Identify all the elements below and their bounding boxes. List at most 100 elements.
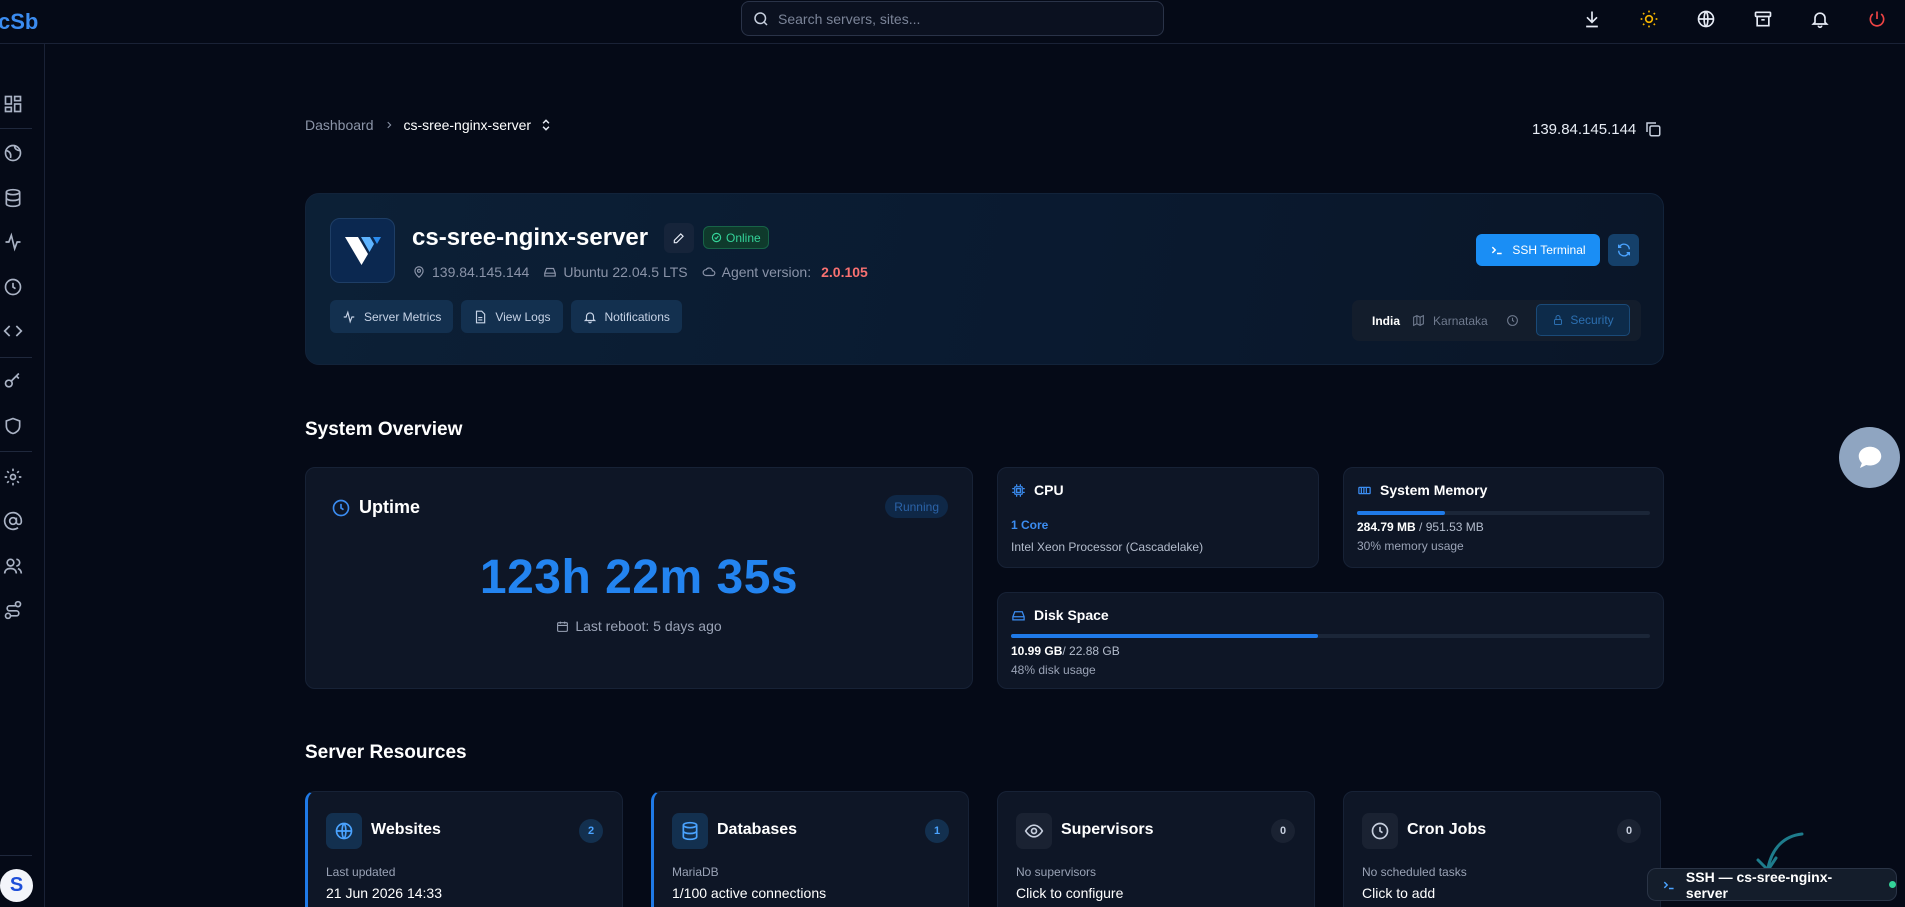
terminal-icon <box>1492 246 1503 255</box>
pencil-icon <box>673 233 684 244</box>
sidebar-item-security[interactable] <box>0 413 26 439</box>
security-button[interactable]: Security <box>1536 304 1630 336</box>
sidebar-item-settings[interactable] <box>0 464 26 490</box>
memory-progress-fill <box>1357 511 1445 515</box>
server-ip: 139.84.145.144 <box>432 264 530 280</box>
globe-icon <box>335 822 353 840</box>
server-name: cs-sree-nginx-server <box>412 224 649 251</box>
memory-amount: 284.79 MB / 951.53 MB <box>1357 520 1484 534</box>
chevron-up-down-icon[interactable] <box>539 117 553 133</box>
route-icon <box>4 600 22 620</box>
ssh-session-pill[interactable]: SSH — cs-sree-nginx-server <box>1647 868 1897 901</box>
agent-version-label: Agent version: <box>721 264 812 280</box>
vultr-logo-icon <box>344 236 381 265</box>
notifications-label: Notifications <box>604 309 670 324</box>
websites-count: 2 <box>579 819 603 843</box>
database-icon <box>5 188 21 208</box>
avatar[interactable]: S <box>0 869 33 902</box>
disk-card: Disk Space 10.99 GB/ 22.88 GB 48% disk u… <box>997 592 1664 689</box>
logo-icon: cSb <box>0 9 38 34</box>
server-resources-heading: Server Resources <box>305 742 467 763</box>
last-reboot: Last reboot: 5 days ago <box>306 618 972 634</box>
power-icon <box>1869 11 1884 27</box>
disk-total: / 22.88 GB <box>1062 644 1120 658</box>
settings-icon <box>4 468 22 486</box>
websites-sub: Last updated <box>326 865 396 879</box>
file-text-icon <box>476 310 486 323</box>
search-icon <box>754 11 768 26</box>
sidebar-item-email[interactable] <box>0 508 26 534</box>
sidebar <box>0 44 45 907</box>
sidebar-item-cron[interactable] <box>0 274 26 300</box>
terminal-icon <box>1663 881 1674 889</box>
server-header-card: cs-sree-nginx-server Online 139.84.145.1… <box>305 193 1664 365</box>
cron-jobs-main: Click to add <box>1362 885 1436 901</box>
search-input[interactable] <box>778 10 1138 27</box>
cpu-cores: 1 Core <box>1011 518 1049 532</box>
ssh-session-status-dot <box>1889 881 1896 888</box>
notifications-action-button[interactable]: Notifications <box>570 300 682 333</box>
ssh-terminal-button[interactable]: SSH Terminal <box>1476 234 1600 266</box>
location-country: India <box>1372 313 1401 328</box>
view-logs-button[interactable]: View Logs <box>461 300 563 333</box>
sidebar-item-users[interactable] <box>0 553 26 579</box>
users-icon <box>3 558 23 574</box>
websites-card[interactable]: Websites 2 Last updated 21 Jun 2026 14:3… <box>305 791 623 907</box>
breadcrumb-dashboard-link[interactable]: Dashboard <box>305 117 374 133</box>
disk-amount: 10.99 GB/ 22.88 GB <box>1011 644 1120 658</box>
supervisors-card[interactable]: Supervisors 0 No supervisors Click to co… <box>997 791 1315 907</box>
supervisors-sub: No supervisors <box>1016 865 1097 879</box>
download-button[interactable] <box>1563 6 1620 32</box>
breadcrumb-current: cs-sree-nginx-server <box>403 117 532 133</box>
activity-icon <box>5 232 21 252</box>
sidebar-item-keys[interactable] <box>0 368 26 394</box>
globe-icon <box>4 144 22 162</box>
security-label: Security <box>1570 313 1614 327</box>
websites-main: 21 Jun 2026 14:33 <box>326 885 442 901</box>
logout-button[interactable] <box>1848 6 1905 32</box>
archive-button[interactable] <box>1734 6 1791 32</box>
databases-card[interactable]: Databases 1 MariaDB 1/100 active connect… <box>651 791 969 907</box>
sidebar-item-databases[interactable] <box>0 185 26 211</box>
sidebar-item-dashboard[interactable] <box>0 91 26 117</box>
key-icon <box>4 372 20 388</box>
refresh-button[interactable] <box>1608 234 1639 266</box>
top-bar: cSb <box>0 0 1905 44</box>
app-logo[interactable]: cSb <box>0 8 40 36</box>
ip-address-text: 139.84.145.144 <box>1532 120 1637 138</box>
ssh-session-label: SSH — cs-sree-nginx-server <box>1685 868 1833 901</box>
supervisors-icon-box <box>1016 813 1052 849</box>
search-bar[interactable] <box>741 1 1164 36</box>
chat-bubble-icon <box>1858 446 1881 468</box>
server-metrics-button[interactable]: Server Metrics <box>330 300 454 333</box>
disk-usage: 48% disk usage <box>1011 663 1096 677</box>
cpu-icon <box>1012 483 1025 497</box>
cpu-title: CPU <box>1034 482 1064 498</box>
server-provider-logo <box>330 218 395 283</box>
location-bar: India Karnataka Security <box>1352 300 1641 341</box>
databases-sub: MariaDB <box>672 865 719 879</box>
refresh-icon <box>1617 243 1630 257</box>
theme-toggle-button[interactable] <box>1620 6 1677 32</box>
notifications-button[interactable] <box>1791 6 1848 32</box>
ip-address-display: 139.84.145.144 <box>1532 120 1662 138</box>
sidebar-item-sites[interactable] <box>0 140 26 166</box>
clock-icon <box>1506 315 1518 326</box>
sidebar-item-monitoring[interactable] <box>0 229 26 255</box>
sidebar-item-code[interactable] <box>0 318 26 344</box>
language-button[interactable] <box>1677 6 1734 32</box>
edit-name-button[interactable] <box>664 223 694 253</box>
map-icon <box>1413 314 1424 327</box>
status-badge: Online <box>703 226 769 249</box>
supervisors-title: Supervisors <box>1061 821 1154 838</box>
hard-drive-icon <box>1012 610 1025 620</box>
chat-button[interactable] <box>1839 427 1900 488</box>
memory-usage: 30% memory usage <box>1357 539 1464 553</box>
memory-title: System Memory <box>1380 482 1488 498</box>
bell-icon <box>583 311 596 323</box>
sidebar-item-routes[interactable] <box>0 597 26 623</box>
cron-jobs-card[interactable]: Cron Jobs 0 No scheduled tasks Click to … <box>1343 791 1661 907</box>
copy-icon[interactable] <box>1644 120 1662 138</box>
database-icon <box>682 821 698 841</box>
uptime-title: Uptime <box>359 497 421 517</box>
